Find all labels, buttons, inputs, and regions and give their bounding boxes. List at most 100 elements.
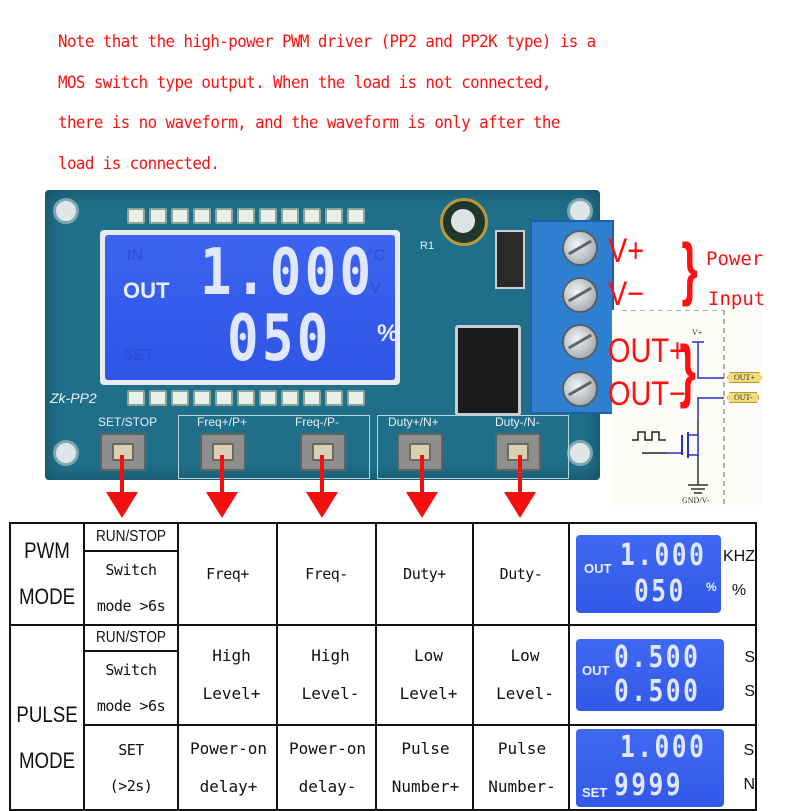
arrow-shaft: [220, 455, 224, 495]
lcd-pin: [215, 390, 233, 406]
pwm-mode-6s-text: mode >6s: [96, 597, 166, 615]
button-label-duty-minus: Duty-/N-: [495, 415, 540, 429]
note-line: load is connected.: [58, 153, 220, 174]
lcd-pin: [127, 208, 145, 224]
lcd-line2: 050: [227, 302, 332, 376]
pulse-lcd-2: SET 1.000 9999: [576, 728, 724, 807]
lcd-pin: [149, 208, 167, 224]
output-brace: }: [679, 331, 696, 409]
pulse-mode-line1: PULSE: [16, 701, 78, 727]
screw-terminal: [562, 371, 598, 407]
mosfet: [455, 325, 521, 416]
text-line: Power-on: [288, 738, 367, 758]
pulse-mode-cell: PULSE MODE: [9, 624, 85, 811]
button-label-freq-plus: Freq+/P+: [197, 415, 248, 429]
text-line: Level-: [301, 684, 360, 703]
pwm-duty-minus: Duty-: [472, 522, 570, 626]
pwm-mode-line2: MODE: [18, 584, 76, 609]
pulse-switch-mode: Switch mode >6s: [83, 650, 179, 726]
pulse-mode-6s-text: mode >6s: [96, 697, 166, 715]
lcd-pin: [325, 390, 343, 406]
pulse-number-minus: Pulse Number-: [472, 724, 570, 811]
pwm-switch-text: Switch: [105, 561, 157, 579]
pwm-unit-percent: %: [731, 582, 747, 599]
lcd-pin: [303, 208, 321, 224]
mount-hole: [53, 198, 79, 224]
pwm-lcd: OUT 1.000 050 %: [576, 535, 721, 613]
note-line: Note that the high-power PWM driver (PP2…: [58, 32, 596, 52]
text-line: SET: [118, 740, 144, 759]
pwm-freq-minus: Freq-: [276, 522, 377, 626]
pwm-run-stop: RUN/STOP: [95, 528, 167, 545]
lcd-pin: [215, 208, 233, 224]
pulse-unit-s: S: [744, 683, 755, 700]
pwm-freq-plus: Freq+: [177, 522, 278, 626]
text-line: Low: [510, 646, 540, 665]
text-line: (>2s): [109, 776, 153, 795]
pulse-lcd-1: OUT 0.500 0.500: [576, 639, 724, 711]
lcd-pin: [127, 390, 145, 406]
pwm-mode-line1: PWM: [24, 538, 70, 563]
screw-terminal: [562, 277, 598, 313]
lcd-pin: [237, 390, 255, 406]
warning-note: Note that the high-power PWM driver (PP2…: [58, 22, 728, 184]
pwm-board: R1 IN SET °C V OUT 1.000 050 % Zk-PP2 SE…: [45, 190, 614, 480]
lcd-out-label: OUT: [123, 278, 170, 303]
out-minus-tag: OUT-: [727, 392, 760, 403]
text-line: Power-on: [189, 738, 268, 758]
lcd-pin: [149, 390, 167, 406]
power-label: Power: [706, 248, 764, 270]
arrow-down-icon: [504, 492, 536, 518]
button-label-set-stop: SET/STOP: [98, 415, 158, 429]
out-plus-tag: OUT+: [727, 372, 762, 383]
text-line: High: [212, 646, 251, 665]
pulse-unit-s: S: [744, 649, 755, 666]
pulse-lcd-2-label: SET: [582, 784, 608, 800]
arrow-shaft: [320, 455, 324, 495]
pulse-lcd-2-line2: 9999: [614, 767, 684, 803]
pulse-low-level-minus: Low Level-: [472, 624, 570, 726]
arrow-shaft: [420, 455, 424, 495]
lcd-pin: [303, 390, 321, 406]
lcd-pin: [193, 208, 211, 224]
pulse-high-level-plus: High Level+: [177, 624, 278, 726]
arrow-down-icon: [306, 492, 338, 518]
text-line: Pulse: [497, 738, 547, 758]
pwm-duty-plus: Duty+: [375, 522, 474, 626]
pulse-run-stop-cell: RUN/STOP: [83, 624, 179, 652]
lcd-pin: [347, 208, 365, 224]
pwm-lcd-cell: OUT 1.000 050 % KHZ %: [568, 522, 757, 626]
arrow-down-icon: [406, 492, 438, 518]
capacitor: [440, 198, 488, 246]
pulse-lcd-1-line2: 0.500: [614, 674, 701, 709]
pulse-lcd-cell-1: OUT 0.500 0.500 S S: [568, 624, 757, 726]
note-line: MOS switch type output. When the load is…: [58, 72, 551, 93]
board-model: Zk-PP2: [50, 390, 97, 406]
arrow-down-icon: [106, 492, 138, 518]
lcd-pin: [171, 208, 189, 224]
pulse-switch-text: Switch: [105, 661, 157, 679]
lcd-pin: [281, 390, 299, 406]
button-label-freq-minus: Freq-/P-: [295, 415, 340, 429]
pulse-lcd-2-line1: 1.000: [620, 729, 707, 765]
pwm-run-stop-cell: RUN/STOP: [83, 522, 179, 552]
pulse-lcd-cell-2: SET 1.000 9999 S N: [568, 724, 757, 811]
pulse-lcd-1-line1: 0.500: [614, 640, 701, 675]
pulse-mode-line2: MODE: [18, 747, 76, 773]
screw-terminal: [562, 324, 598, 360]
lcd-pin: [237, 208, 255, 224]
lcd-line1: 1.000: [200, 236, 375, 310]
pwm-lcd-label: OUT: [584, 561, 612, 576]
lcd-unit: %: [377, 320, 399, 347]
text-line: Level+: [202, 684, 261, 703]
lcd-pin: [259, 208, 277, 224]
pulse-number-plus: Pulse Number+: [375, 724, 474, 811]
text-line: Low: [414, 646, 443, 665]
arrow-shaft: [518, 455, 522, 495]
power-brace: }: [681, 229, 698, 307]
lcd-pin: [281, 208, 299, 224]
screw-terminal: [562, 230, 598, 266]
lcd-pin: [347, 390, 365, 406]
pulse-power-on-delay-minus: Power-on delay-: [276, 724, 377, 811]
mount-hole: [53, 440, 79, 466]
